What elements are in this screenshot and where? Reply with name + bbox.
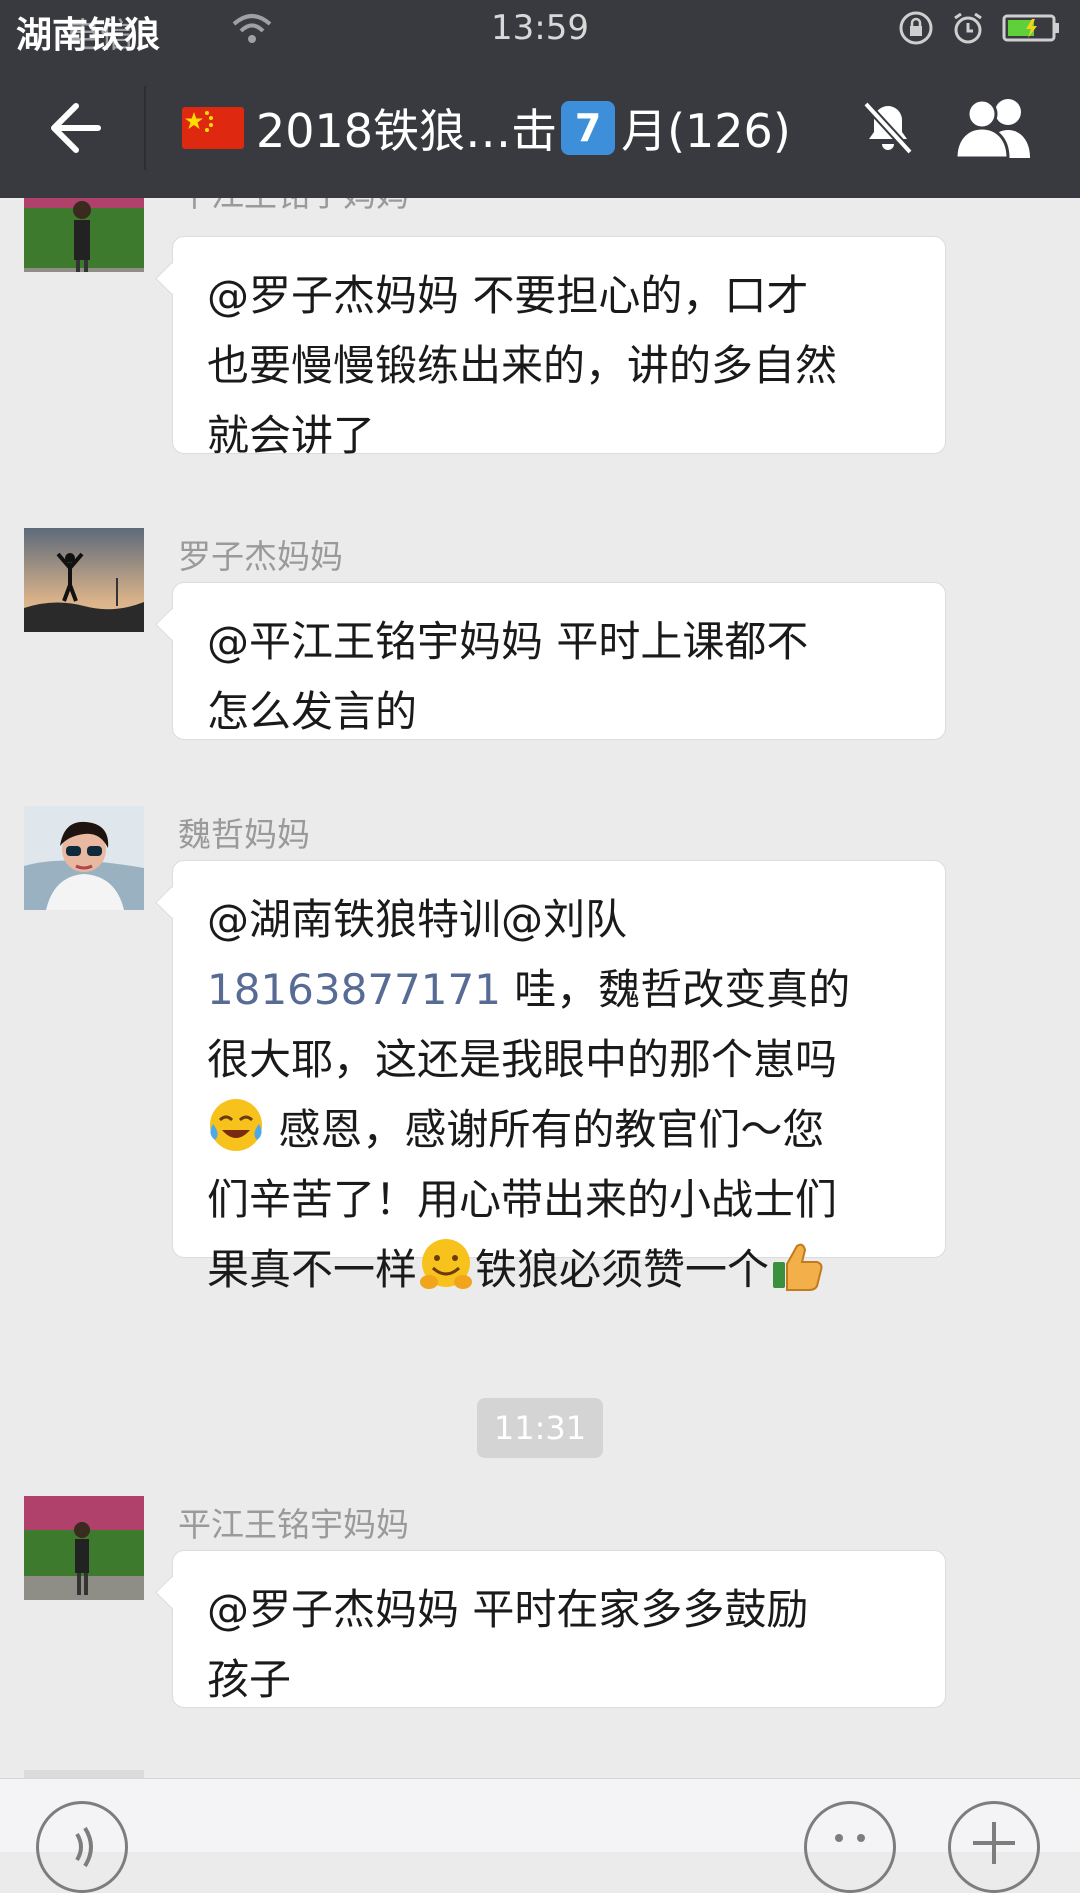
message-bubble[interactable]: @湖南铁狼特训@刘队 18163877171 哇，魏哲改变真的 很大耶，这还是我… [172,860,946,1294]
message-line: 怎么发言的 [207,687,418,736]
message-line: 也要慢慢锻练出来的，讲的多自然 [207,341,838,390]
avatar[interactable] [24,198,144,272]
message-line: 感恩，感谢所有的教官们～您 [207,1095,915,1165]
timestamp: 11:31 [477,1398,603,1458]
message-text: 感恩，感谢所有的教官们～您 [265,1105,825,1154]
message-bubble[interactable]: @平江王铭宇妈妈 平时上课都不 怎么发言的 [172,582,946,740]
sender-name: 罗子杰妈妈 [178,537,343,576]
voice-icon[interactable] [36,1801,128,1893]
input-bar [0,1778,1080,1893]
china-flag-icon [182,107,244,149]
chat-area[interactable]: 平江王铭宇妈妈 @罗子杰妈妈 不要担心的，口才 也要慢慢锻练出来的，讲的多自然 … [0,198,1080,1778]
message-line: 果真不一样 铁狼必须赞一个 [207,1235,915,1305]
title-suffix: 月(126) [621,104,791,158]
message-line: 孩子 [207,1655,292,1704]
avatar[interactable] [24,528,144,632]
avatar[interactable] [24,1770,144,1778]
status-icons [898,10,1060,46]
alarm-icon [954,12,982,44]
avatar[interactable] [24,1496,144,1600]
keycap-seven-emoji: 7 [561,101,616,155]
message-line: @罗子杰妈妈 平时在家多多鼓励 [207,1585,809,1634]
rotation-lock-icon [899,11,933,45]
message-bubble[interactable]: @罗子杰妈妈 不要担心的，口才 也要慢慢锻练出来的，讲的多自然 就会讲了 [172,236,946,460]
sender-name: 魏哲妈妈 [178,815,310,854]
back-arrow-icon[interactable] [44,98,104,158]
tears-of-joy-emoji [210,1099,262,1151]
message-line: 们辛苦了！用心带出来的小战士们 [207,1175,838,1224]
chat-title[interactable]: 2018铁狼…击 7 月(126) [182,92,791,164]
sender-name: 平江王铭宇妈妈 [178,198,409,216]
emoji-icon[interactable] [804,1801,896,1893]
message-line: 18163877171 哇，魏哲改变真的 [207,955,915,1025]
avatar[interactable] [24,806,144,910]
message-text: 铁狼必须赞一个 [475,1245,770,1294]
title-bar: 2018铁狼…击 7 月(126) [0,58,1080,198]
message-line: @罗子杰妈妈 不要担心的，口才 [207,271,809,320]
title-divider [144,86,146,170]
message-bubble[interactable]: @罗子杰妈妈 平时在家多多鼓励 孩子 [172,1550,946,1708]
message-line: 就会讲了 [207,411,376,460]
phone-number-link[interactable]: 18163877171 [207,965,501,1014]
message-text: 果真不一样 [207,1245,418,1294]
grin-hands-emoji [420,1239,473,1289]
message-line: @湖南铁狼特训@刘队 [207,895,628,944]
message-line: 很大耶，这还是我眼中的那个崽吗 [207,1035,838,1084]
status-bar: 电信 湖南铁狼 13:59 [0,0,1080,58]
message-text: 哇，魏哲改变真的 [500,965,851,1014]
plus-icon[interactable] [948,1801,1040,1893]
message-line: @平江王铭宇妈妈 平时上课都不 [207,617,809,666]
battery-icon [1002,14,1059,42]
top-bar: 电信 湖南铁狼 13:59 2018铁狼…击 7 月(126) [0,0,1080,198]
sender-name: 平江王铭宇妈妈 [178,1505,409,1544]
thumbs-up-emoji [773,1243,823,1291]
title-prefix: 2018铁狼…击 [256,104,558,158]
group-members-icon[interactable] [952,92,1036,162]
mute-bell-icon[interactable] [858,98,918,158]
